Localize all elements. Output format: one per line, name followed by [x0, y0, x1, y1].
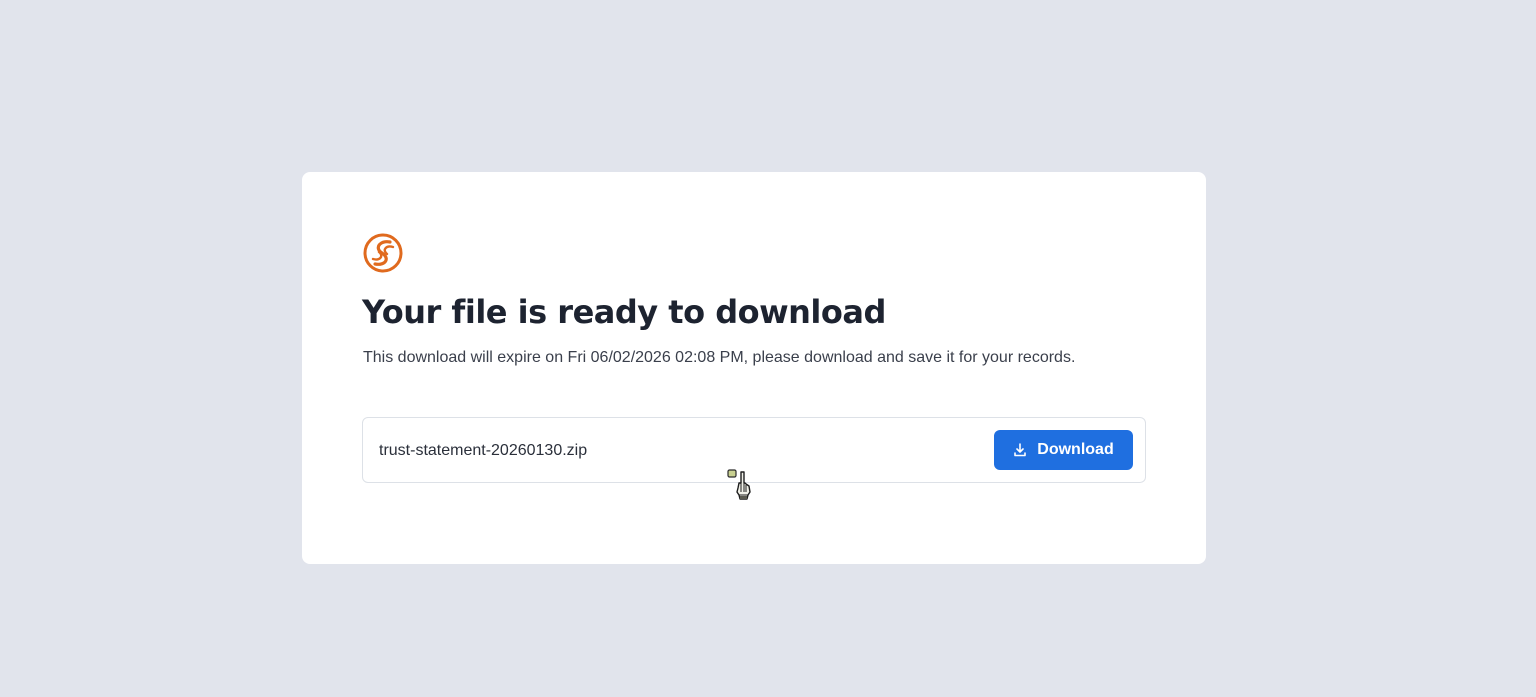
- expiry-notice: This download will expire on Fri 06/02/2…: [363, 349, 1076, 366]
- page-title: Your file is ready to download: [362, 293, 886, 331]
- download-button[interactable]: Download: [994, 430, 1133, 470]
- file-row: trust-statement-20260130.zip Download: [362, 417, 1146, 483]
- download-button-label: Download: [1037, 441, 1114, 458]
- download-icon: [1014, 443, 1027, 457]
- pointer-cursor-icon: [727, 469, 751, 500]
- brand-logo-icon: [363, 233, 403, 273]
- download-card: Your file is ready to download This down…: [302, 172, 1206, 564]
- file-name: trust-statement-20260130.zip: [379, 442, 588, 459]
